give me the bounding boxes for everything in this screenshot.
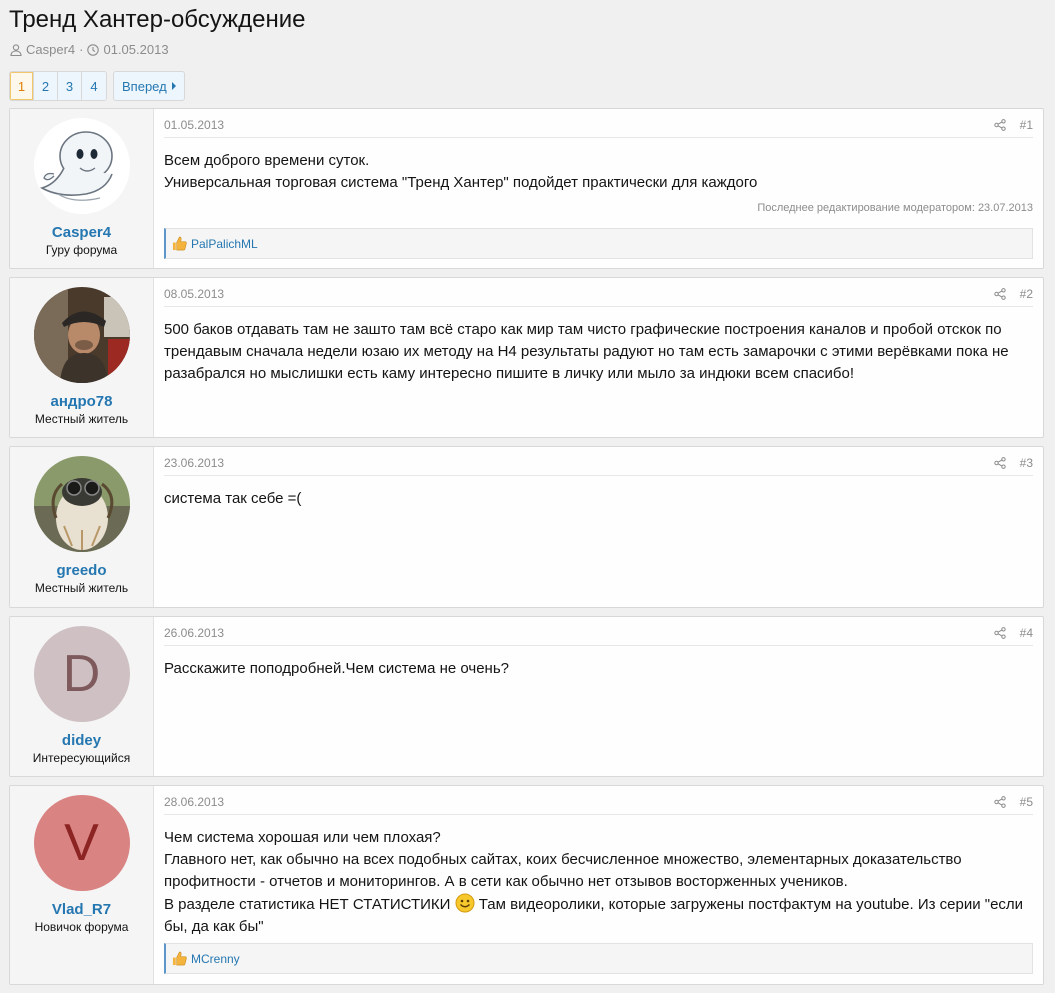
post-body: система так себе =( (164, 488, 1033, 510)
post-actions: #4 (993, 626, 1033, 640)
post-header: 23.06.2013 #3 (164, 451, 1033, 476)
edit-note: Последнее редактирование модератором: 23… (757, 202, 1033, 214)
creature-with-goggles-photo (33, 456, 130, 552)
post-actions: #5 (993, 795, 1033, 809)
post-header: 01.05.2013 #1 (164, 113, 1033, 138)
share-icon[interactable] (993, 796, 1006, 808)
post-body: 500 баков отдавать там не зашто там всё … (164, 319, 1033, 385)
page-title: Тренд Хантер-обсуждение (9, 6, 306, 33)
post-body: Чем система хорошая или чем плохая? Глав… (164, 827, 1033, 938)
page-link-2[interactable]: 2 (34, 72, 58, 100)
avatar-didey[interactable]: D (33, 626, 130, 722)
post-user-panel: greedo Местный житель (10, 447, 154, 607)
clock-icon (87, 43, 100, 56)
post-user-title: Гуру форума (45, 243, 118, 257)
post-3: greedo Местный житель 23.06.2013 #3 сист… (9, 446, 1044, 608)
reaction-user-link[interactable]: PalPalichML (191, 237, 258, 251)
post-1: Casper4 Гуру форума 01.05.2013 #1 Всем д… (9, 108, 1044, 269)
post-date-link[interactable]: 28.06.2013 (164, 795, 224, 809)
page-link-3[interactable]: 3 (58, 72, 82, 100)
avatar-andro78[interactable] (33, 287, 130, 383)
post-text-line: Главного нет, как обычно на всех подобны… (164, 851, 962, 890)
post-user-title: Местный житель (34, 581, 129, 595)
smiley-icon (455, 893, 475, 913)
reactions-bar: PalPalichML (164, 228, 1033, 259)
post-actions: #2 (993, 287, 1033, 301)
next-page-label: Вперед (122, 78, 167, 94)
post-message: 28.06.2013 #5 Чем система хорошая или че… (154, 786, 1043, 984)
post-number-link[interactable]: #4 (1020, 626, 1033, 640)
next-page-button[interactable]: Вперед (113, 71, 185, 101)
reaction-user-link[interactable]: MCrenny (191, 952, 240, 966)
post-text-line: Расскажите поподробней.Чем система не оч… (164, 660, 509, 677)
post-user-panel: Casper4 Гуру форума (10, 109, 154, 268)
post-date-link[interactable]: 08.05.2013 (164, 287, 224, 301)
avatar-letter: V (64, 814, 99, 872)
avatar-vlad-r7[interactable]: V (33, 795, 130, 891)
post-message: 26.06.2013 #4 Расскажите поподробней.Чем… (154, 617, 1043, 776)
post-actions: #1 (993, 118, 1033, 132)
post-5: V Vlad_R7 Новичок форума 28.06.2013 #5 Ч… (9, 785, 1044, 985)
post-user-panel: андро78 Местный житель (10, 278, 154, 437)
post-date-link[interactable]: 23.06.2013 (164, 456, 224, 470)
post-user-title: Новичок форума (34, 920, 129, 934)
post-username[interactable]: андро78 (51, 393, 113, 410)
page-link-4[interactable]: 4 (82, 72, 106, 100)
reactions-bar: MCrenny (164, 943, 1033, 974)
post-message: 01.05.2013 #1 Всем доброго времени суток… (154, 109, 1043, 268)
post-message: 08.05.2013 #2 500 баков отдавать там не … (154, 278, 1043, 437)
post-header: 08.05.2013 #2 (164, 282, 1033, 307)
share-icon[interactable] (993, 119, 1006, 131)
post-message: 23.06.2013 #3 система так себе =( (154, 447, 1043, 607)
post-number-link[interactable]: #2 (1020, 287, 1033, 301)
post-date-link[interactable]: 26.06.2013 (164, 626, 224, 640)
post-text-line: Всем доброго времени суток. (164, 152, 370, 169)
thread-date-link[interactable]: 01.05.2013 (103, 42, 168, 57)
page-number-group: 1 2 3 4 (9, 71, 107, 101)
page-link-1[interactable]: 1 (10, 72, 34, 100)
casper-ghost-icon (39, 131, 113, 201)
post-username[interactable]: Vlad_R7 (52, 901, 111, 918)
post-header: 28.06.2013 #5 (164, 790, 1033, 815)
post-username[interactable]: didey (62, 732, 101, 749)
post-username[interactable]: Casper4 (52, 224, 111, 241)
thumbs-up-icon (172, 236, 187, 251)
avatar-casper4[interactable] (33, 118, 130, 214)
post-actions: #3 (993, 456, 1033, 470)
post-date-link[interactable]: 01.05.2013 (164, 118, 224, 132)
post-text-line: Чем система хорошая или чем плохая? (164, 829, 441, 846)
post-number-link[interactable]: #3 (1020, 456, 1033, 470)
thread-meta: Casper4 · 01.05.2013 (10, 42, 169, 57)
post-2: андро78 Местный житель 08.05.2013 #2 500… (9, 277, 1044, 438)
caret-right-icon (171, 82, 176, 90)
share-icon[interactable] (993, 457, 1006, 469)
post-user-title: Местный житель (34, 412, 129, 426)
post-header: 26.06.2013 #4 (164, 621, 1033, 646)
post-text-segment: В разделе статистика НЕТ СТАТИСТИКИ (164, 896, 451, 913)
pagination: 1 2 3 4 Вперед (9, 71, 185, 101)
post-user-panel: D didey Интересующийся (10, 617, 154, 776)
post-body: Всем доброго времени суток. Универсальна… (164, 150, 1033, 194)
post-number-link[interactable]: #5 (1020, 795, 1033, 809)
post-text-line: система так себе =( (164, 490, 302, 507)
post-text-line-with-smiley: В разделе статистика НЕТ СТАТИСТИКИ Там … (164, 893, 1033, 938)
post-user-title: Интересующийся (32, 751, 131, 765)
meta-separator: · (79, 42, 84, 57)
post-text-line: 500 баков отдавать там не зашто там всё … (164, 321, 1009, 382)
user-icon (10, 43, 22, 56)
post-user-panel: V Vlad_R7 Новичок форума (10, 786, 154, 984)
thread-author-link[interactable]: Casper4 (26, 42, 75, 57)
post-4: D didey Интересующийся 26.06.2013 #4 Рас… (9, 616, 1044, 777)
avatar-greedo[interactable] (33, 456, 130, 552)
avatar-letter: D (62, 645, 101, 703)
man-in-cap-photo (33, 287, 130, 383)
share-icon[interactable] (993, 627, 1006, 639)
post-number-link[interactable]: #1 (1020, 118, 1033, 132)
thumbs-up-icon (172, 951, 187, 966)
post-text-line: Универсальная торговая система "Тренд Ха… (164, 174, 758, 191)
share-icon[interactable] (993, 288, 1006, 300)
post-body: Расскажите поподробней.Чем система не оч… (164, 658, 1033, 680)
post-username[interactable]: greedo (56, 562, 106, 579)
